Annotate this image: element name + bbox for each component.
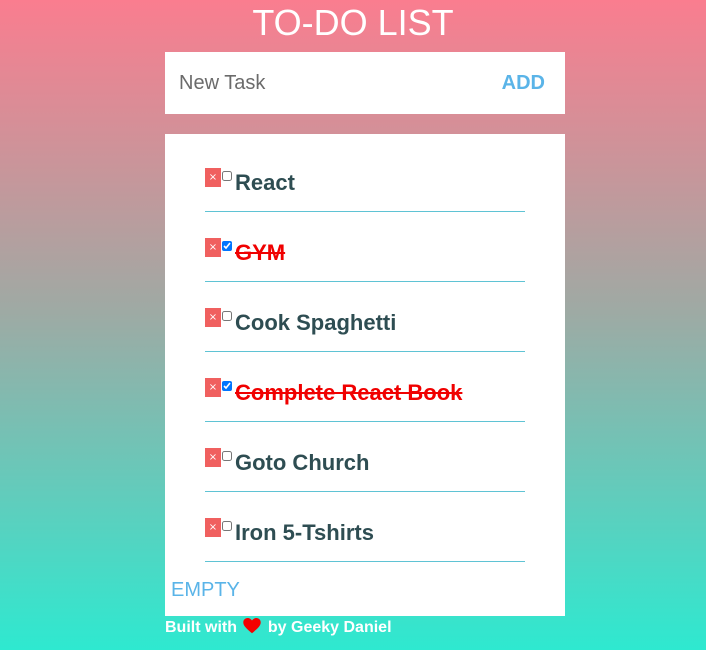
new-task-input[interactable] [179,66,479,100]
footer-suffix: by Geeky Daniel [267,619,392,636]
task-complete-checkbox[interactable] [222,521,232,531]
task-text: GYM [235,240,286,265]
task-complete-checkbox[interactable] [222,451,232,461]
task-list: × React × GYM × Cook Spaghetti × Complet… [205,142,525,562]
task-item: × Goto Church [205,422,525,492]
task-complete-checkbox[interactable] [222,171,232,181]
delete-task-button[interactable]: × [205,378,221,397]
task-item: × Complete React Book [205,352,525,422]
empty-button[interactable]: EMPTY [171,578,240,602]
task-text: Goto Church [235,450,370,475]
task-item: × Iron 5-Tshirts [205,492,525,562]
task-text: React [235,170,295,195]
delete-task-button[interactable]: × [205,168,221,187]
delete-task-button[interactable]: × [205,448,221,467]
task-complete-checkbox[interactable] [222,311,232,321]
task-text: Iron 5-Tshirts [235,520,374,545]
task-item: × React [205,142,525,212]
task-complete-checkbox[interactable] [222,241,232,251]
delete-task-button[interactable]: × [205,518,221,537]
footer: Built with by Geeky Daniel [165,618,392,638]
footer-prefix: Built with [165,619,237,636]
task-item: × GYM [205,212,525,282]
task-text: Cook Spaghetti [235,310,397,335]
delete-task-button[interactable]: × [205,308,221,327]
task-list-panel: × React × GYM × Cook Spaghetti × Complet… [165,134,565,616]
add-button[interactable]: ADD [502,66,545,100]
heart-icon [243,618,262,634]
delete-task-button[interactable]: × [205,238,221,257]
task-complete-checkbox[interactable] [222,381,232,391]
task-item: × Cook Spaghetti [205,282,525,352]
add-task-form: ADD [165,52,565,114]
task-text: Complete React Book [235,380,463,405]
page-title: TO-DO LIST [252,2,454,43]
